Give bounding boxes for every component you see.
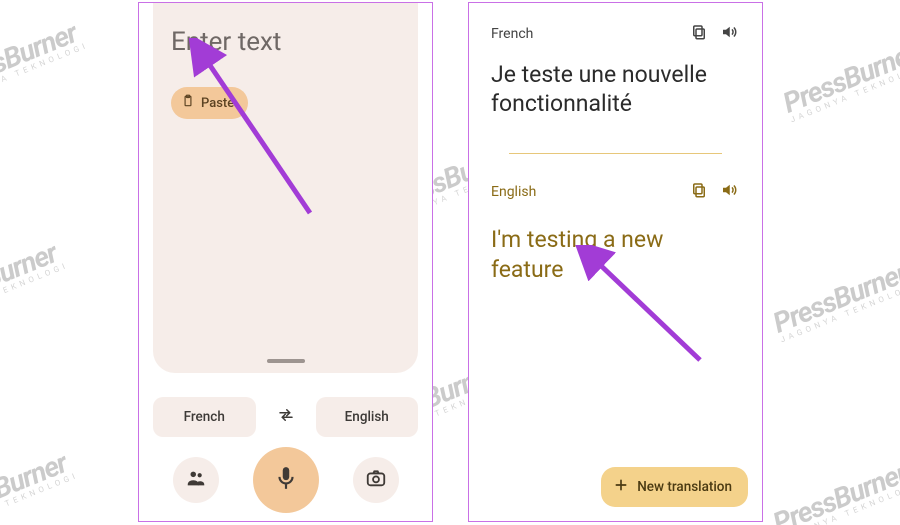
microphone-icon [273, 465, 299, 495]
copy-source-button[interactable] [684, 19, 714, 49]
plus-icon [613, 477, 629, 497]
divider [509, 153, 722, 154]
watermark: PressBurnerJAGONYA TEKNOLOGI [0, 444, 80, 525]
watermark-layer: PressBurnerJAGONYA TEKNOLOGI PressBurner… [0, 0, 900, 525]
source-language-label: French [491, 26, 684, 42]
source-text: Je teste une nouvelle fonctionnalité [491, 61, 740, 119]
speaker-icon [720, 181, 738, 203]
source-language-header: French [491, 21, 744, 47]
swap-languages-button[interactable] [266, 397, 306, 437]
copy-target-button[interactable] [684, 177, 714, 207]
watermark: PressBurnerJAGONYA TEKNOLOGI [768, 454, 900, 525]
translate-input-screen: Enter text Paste French English [138, 2, 433, 522]
target-text: I'm testing a new feature [491, 225, 740, 285]
target-language-chip[interactable]: English [316, 397, 419, 437]
speaker-icon [720, 23, 738, 45]
bottom-action-row [139, 445, 432, 515]
new-translation-label: New translation [637, 479, 732, 495]
copy-icon [690, 23, 708, 45]
conversation-button[interactable] [173, 457, 219, 503]
text-input-card[interactable]: Enter text Paste [153, 3, 418, 373]
watermark: PressBurnerJAGONYA TEKNOLOGI [0, 234, 70, 325]
speak-target-button[interactable] [714, 177, 744, 207]
translate-result-screen: French Je teste une nouvelle fonctionnal… [468, 2, 763, 522]
people-icon [185, 467, 207, 493]
new-translation-button[interactable]: New translation [601, 467, 748, 507]
watermark: PressBurnerJAGONYA TEKNOLOGI [0, 14, 90, 105]
copy-icon [690, 181, 708, 203]
voice-input-button[interactable] [253, 447, 319, 513]
target-language-label: English [491, 184, 684, 200]
language-selector-row: French English [153, 395, 418, 439]
target-language-header: English [491, 179, 744, 205]
drag-handle[interactable] [267, 359, 305, 363]
swap-icon [277, 406, 295, 428]
clipboard-icon [181, 94, 195, 112]
input-placeholder: Enter text [171, 27, 400, 57]
paste-button[interactable]: Paste [171, 87, 248, 119]
camera-input-button[interactable] [353, 457, 399, 503]
watermark: PressBurnerJAGONYA TEKNOLOGI [768, 254, 900, 345]
camera-icon [365, 467, 387, 493]
paste-label: Paste [201, 96, 234, 111]
speak-source-button[interactable] [714, 19, 744, 49]
watermark: PressBurnerJAGONYA TEKNOLOGI [778, 34, 900, 125]
source-language-chip[interactable]: French [153, 397, 256, 437]
